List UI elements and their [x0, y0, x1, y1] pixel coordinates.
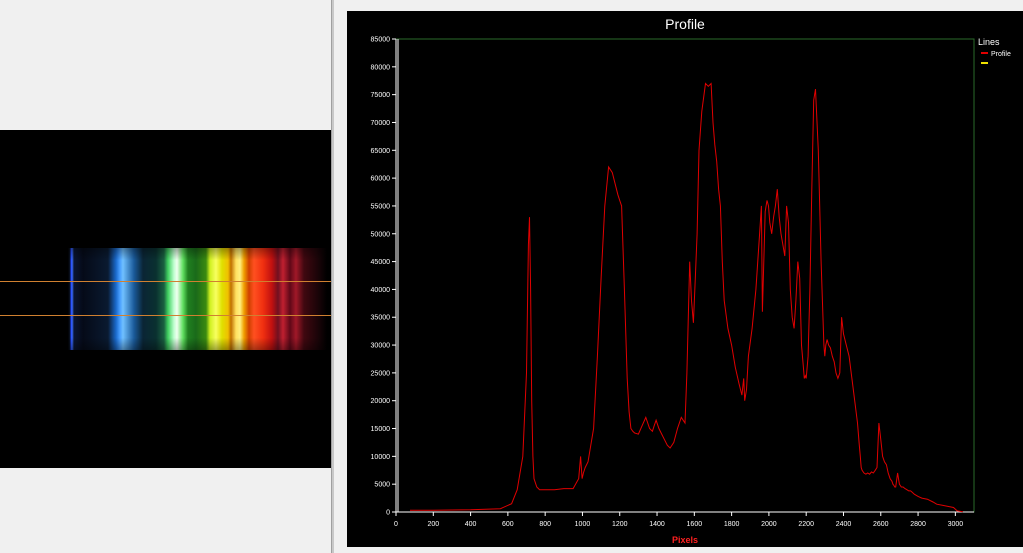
x-tick-label: 2200 [798, 521, 814, 528]
y-tick-label: 80000 [371, 64, 391, 71]
y-tick-label: 10000 [371, 454, 391, 461]
y-tick-label: 35000 [371, 315, 391, 322]
y-tick-label: 30000 [371, 343, 391, 350]
x-tick-label: 1200 [612, 521, 628, 528]
y-tick-label: 50000 [371, 231, 391, 238]
x-tick-label: 0 [394, 521, 398, 528]
x-tick-label: 400 [465, 521, 477, 528]
legend-label-profile: Profile [991, 51, 1011, 58]
y-tick-label: 15000 [371, 426, 391, 433]
y-tick-label: 85000 [371, 37, 391, 44]
y-tick-label: 0 [386, 510, 390, 517]
x-tick-label: 600 [502, 521, 514, 528]
profile-chart: Profile 0 200 400 600 800 1000 1200 1400 1600 180… [347, 11, 1023, 547]
x-tick-label: 1400 [649, 521, 665, 528]
x-tick-label: 1600 [687, 521, 703, 528]
x-tick-label: 1800 [724, 521, 740, 528]
legend-title: Lines [978, 37, 1000, 47]
y-tick-label: 55000 [371, 203, 391, 210]
spectrum-band-shading [68, 248, 327, 350]
x-tick-label: 200 [427, 521, 439, 528]
roi-top-line[interactable] [0, 281, 331, 282]
chart-title: Profile [665, 16, 705, 32]
x-tick-label: 1000 [575, 521, 591, 528]
y-tick-label: 20000 [371, 398, 391, 405]
x-tick-label: 800 [539, 521, 551, 528]
x-tick-group: 0 200 400 600 800 1000 1200 1400 1600 1800 2000 220… [394, 512, 963, 528]
y-tick-label: 70000 [371, 120, 391, 127]
x-tick-label: 2400 [836, 521, 852, 528]
y-tick-label: 65000 [371, 148, 391, 155]
spectrum-panel [0, 0, 331, 553]
x-tick-label: 2000 [761, 521, 777, 528]
series-line-profile [410, 82, 963, 513]
legend: Lines Profile [978, 37, 1011, 64]
y-tick-label: 60000 [371, 176, 391, 183]
x-tick-label: 3000 [948, 521, 964, 528]
x-axis-label: Pixels [672, 535, 698, 545]
roi-bottom-line[interactable] [0, 315, 331, 316]
plot-area [395, 38, 975, 513]
y-tick-label: 75000 [371, 92, 391, 99]
x-tick-label: 2600 [873, 521, 889, 528]
spectrum-image[interactable] [0, 130, 331, 468]
profile-chart-svg: Profile 0 200 400 600 800 1000 1200 1400 1600 180… [371, 16, 1011, 545]
y-tick-label: 5000 [374, 482, 390, 489]
y-tick-label: 25000 [371, 370, 391, 377]
y-tick-label: 40000 [371, 287, 391, 294]
y-tick-label: 45000 [371, 259, 391, 266]
x-tick-label: 2800 [910, 521, 926, 528]
y-tick-group: 0 5000 10000 15000 20000 25000 30000 35000 40000… [371, 37, 396, 517]
